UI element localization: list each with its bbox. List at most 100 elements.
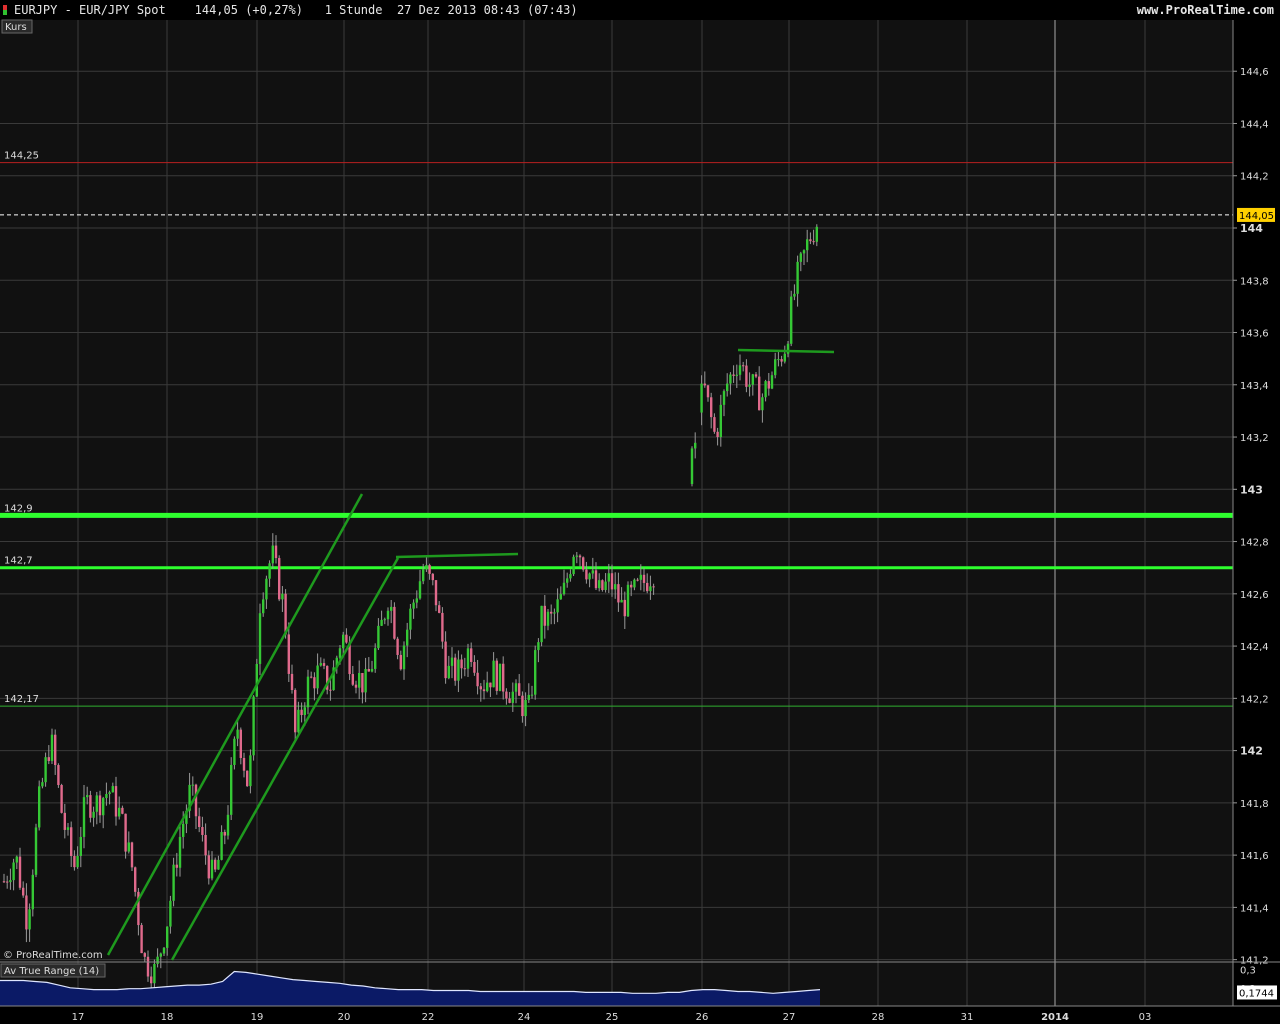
candle-body [575,555,578,557]
y-tick-label: 144,4 [1240,119,1269,130]
candle-body [50,734,54,761]
current-price-label: 144,05 [1239,211,1274,222]
candle-body [745,365,748,387]
candle-body [338,648,342,658]
candle-body [172,864,175,901]
candle-body [505,691,508,699]
candle-body [716,431,719,438]
candle-body [646,582,649,592]
candle-body [89,795,92,818]
candle-body [329,689,332,691]
candle-body [409,608,412,630]
candle-body [447,665,450,679]
candle-body [233,738,236,765]
level-label: 144,25 [4,151,39,162]
candle-body [162,947,166,954]
candle-body [598,580,601,589]
candle-body [47,757,50,761]
candle-body [82,797,86,837]
candle-body [236,729,239,739]
time-axis-bg [0,1006,1280,1024]
candle-body [284,593,287,635]
candle-body [508,698,511,703]
candle-body [639,574,642,580]
candle-body [428,565,431,574]
candle-body [530,694,534,696]
candle-body [92,811,95,818]
y-tick-label: 143,8 [1240,276,1269,287]
candle-body [258,613,262,664]
candle-body [300,709,303,716]
candle-body [146,956,150,977]
candle-body [591,570,594,574]
price-panel-bg [0,20,1233,962]
candle-body [182,823,185,837]
candle-body [393,606,396,639]
x-tick-label: 17 [72,1012,85,1023]
candle-body [726,383,729,392]
candle-body [735,374,738,376]
candle-body [156,956,159,964]
candle-body [815,226,818,242]
candle-body [422,569,425,582]
candle-body [489,682,492,688]
candle-body [498,663,502,691]
candle-body [124,813,127,852]
candle-body [2,881,6,883]
candle-body [623,599,626,617]
candle-body [207,855,210,879]
candle-body [470,648,473,662]
y-tick-label: 142,6 [1240,590,1269,601]
candle-body [431,573,434,581]
candle-body [153,963,156,984]
candle-body [514,683,518,692]
candle-body [351,674,354,685]
candle-body [370,668,374,672]
candle-body [754,374,758,377]
candle-body [9,880,12,883]
candle-body [374,648,377,669]
candle-body [38,786,41,828]
y-tick-label: 144,2 [1240,172,1269,183]
candle-body [412,602,415,609]
candle-body [713,417,716,432]
y-tick-label: 141,8 [1240,799,1269,810]
candle-body [476,672,479,687]
candle-body [770,375,774,389]
candle-body [361,673,364,693]
candle-body [98,795,102,816]
candle-body [543,605,546,626]
candle-body [255,663,258,697]
y-tick-label: 144,6 [1240,67,1269,78]
candle-body [546,611,550,626]
candle-body [812,241,815,243]
candle-body [482,689,486,692]
candle-body [31,874,34,910]
candle-body [342,634,345,649]
price-chart[interactable]: 144,25142,9142,7142,17 141,2141,4141,614… [0,0,1280,1024]
candle-body [316,665,319,689]
candle-body [18,856,22,888]
candle-body [796,261,799,294]
candle-body [434,580,438,606]
candle-body [262,599,265,614]
candle-body [230,764,233,815]
candle-body [95,795,98,812]
candle-body [396,638,399,655]
candle-body [127,842,130,852]
candle-body [463,668,466,670]
candle-body [204,834,207,856]
candle-body [34,827,38,875]
candle-body [636,579,639,581]
candle-body [242,757,246,771]
candle-body [223,832,226,836]
candle-body [143,953,146,957]
candle-body [214,859,217,870]
candle-body [719,404,722,438]
candle-body [553,612,556,614]
candle-body [572,556,575,575]
candle-body [150,976,153,984]
candle-body [617,584,620,603]
candle-body [274,545,278,559]
candle-body [594,570,598,589]
